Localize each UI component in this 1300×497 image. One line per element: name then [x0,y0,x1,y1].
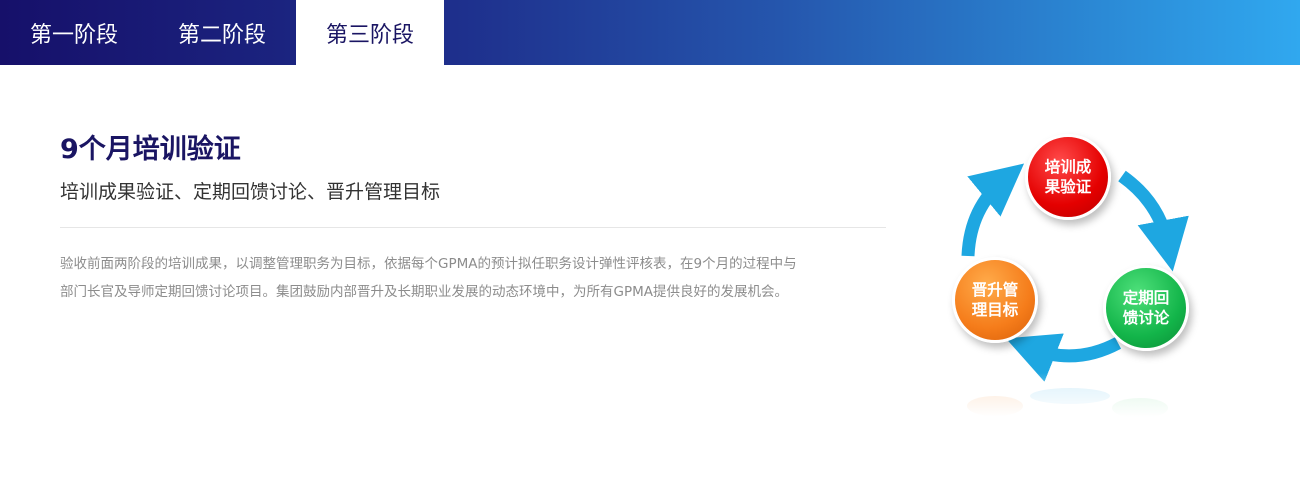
node-2-line-2: 馈讨论 [1122,309,1170,327]
diagram-reflection [945,373,1195,428]
node-training-verification: 培训成 果验证 [1025,134,1111,220]
stage-tab-bar: 第一阶段 第二阶段 第三阶段 [0,0,1300,65]
arrow-bottom-icon [1005,333,1122,382]
stage-description: 验收前面两阶段的培训成果，以调整管理职务为目标，依据每个GPMA的预计拟任职务设… [60,250,886,306]
node-1-line-2: 果验证 [1044,178,1092,196]
description-line-1: 验收前面两阶段的培训成果，以调整管理职务为目标，依据每个GPMA的预计拟任职务设… [60,256,797,272]
node-periodic-feedback: 定期回 馈讨论 [1103,265,1189,351]
tab-stage-1[interactable]: 第一阶段 [0,0,148,65]
description-line-2: 部门长官及导师定期回馈讨论项目。集团鼓励内部晋升及长期职业发展的动态环境中，为所… [60,284,788,300]
divider [60,227,886,228]
node-1-line-1: 培训成 [1044,158,1092,176]
node-3-line-1: 晋升管 [971,281,1019,299]
arrow-left-icon [961,163,1025,257]
tab-stage-3[interactable]: 第三阶段 [296,0,444,65]
stage-content: 9个月培训验证 培训成果验证、定期回馈讨论、晋升管理目标 验收前面两阶段的培训成… [60,132,886,306]
stage-subtitle: 培训成果验证、定期回馈讨论、晋升管理目标 [60,181,441,203]
node-3-line-2: 理目标 [971,301,1019,319]
tab-stage-2[interactable]: 第二阶段 [148,0,296,65]
node-2-line-1: 定期回 [1122,289,1170,307]
stage-title: 9个月培训验证 [60,134,241,165]
arrow-right-icon [1118,170,1189,272]
node-promotion-target: 晋升管 理目标 [952,257,1038,343]
cycle-diagram: 培训成 果验证 定期回 馈讨论 晋升管 理目标 [940,128,1195,428]
